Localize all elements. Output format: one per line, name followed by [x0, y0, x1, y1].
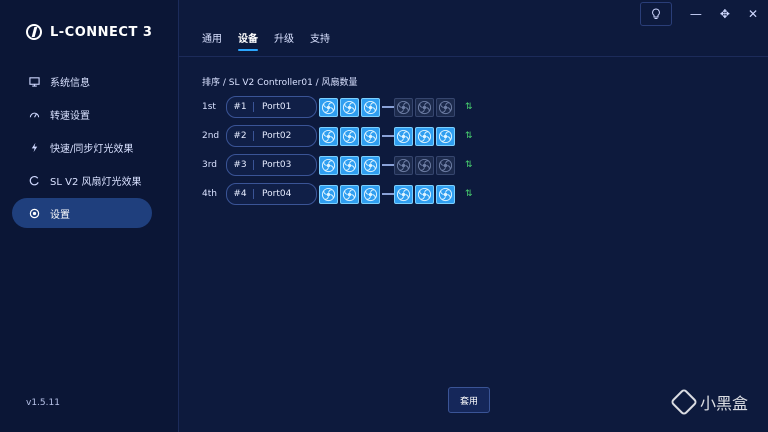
fan-icon[interactable]: [415, 126, 434, 146]
port-number: #2: [227, 131, 254, 141]
minimize-icon[interactable]: —: [690, 7, 702, 21]
swap-order-icon[interactable]: ⇅: [465, 131, 473, 141]
fan-connector: [382, 106, 394, 108]
fan-group: [394, 97, 455, 117]
fan-icon[interactable]: [361, 184, 380, 204]
maximize-icon[interactable]: ✥: [720, 7, 730, 21]
watermark-text: 小黑盒: [699, 394, 748, 413]
fan-icon[interactable]: [340, 184, 359, 204]
lightbulb-button[interactable]: [639, 2, 672, 26]
port-row: 2nd #2 Port02 ⇅: [202, 125, 473, 147]
port-number: #3: [227, 160, 254, 170]
brand-title: L-CONNECT 3: [50, 24, 153, 40]
fan-connector: [382, 193, 394, 195]
ring-icon: [28, 174, 40, 186]
port-name: Port03: [262, 160, 292, 170]
sidebar-item-quick-sync-light[interactable]: 快速/同步灯光效果: [12, 132, 152, 162]
tab-support[interactable]: 支持: [310, 30, 330, 51]
gauge-icon: [28, 108, 40, 120]
fan-group: [319, 126, 380, 146]
port-number: #1: [227, 102, 254, 112]
fan-icon[interactable]: [415, 97, 434, 117]
port-row: 3rd #3 Port03 ⇅: [202, 154, 473, 176]
brand: L-CONNECT 3: [26, 24, 152, 40]
lightbulb-icon: [651, 8, 660, 19]
tab-upgrade[interactable]: 升级: [274, 30, 294, 51]
fan-group: [394, 184, 455, 204]
breadcrumb: 排序 / SL V2 Controller01 / 风扇数量: [202, 78, 358, 88]
fan-icon[interactable]: [361, 97, 380, 117]
fan-group: [319, 184, 380, 204]
sidebar-item-speed-settings[interactable]: 转速设置: [12, 99, 152, 129]
fan-connector: [382, 135, 394, 137]
swap-order-icon[interactable]: ⇅: [465, 102, 473, 112]
fan-icon[interactable]: [319, 97, 338, 117]
apply-button[interactable]: 套用: [448, 387, 490, 413]
fan-icon[interactable]: [394, 126, 413, 146]
fan-icon[interactable]: [436, 155, 455, 175]
tab-general[interactable]: 通用: [202, 30, 222, 51]
fan-icon[interactable]: [340, 155, 359, 175]
fan-icon[interactable]: [436, 184, 455, 204]
fan-group: [319, 155, 380, 175]
fan-icon[interactable]: [394, 155, 413, 175]
tab-bar: 通用 设备 升级 支持: [202, 30, 330, 51]
fan-icon[interactable]: [319, 155, 338, 175]
version-label: v1.5.11: [26, 398, 60, 408]
fan-icon[interactable]: [394, 184, 413, 204]
port-row: 4th #4 Port04 ⇅: [202, 183, 473, 205]
fan-group: [319, 97, 380, 117]
fan-group: [394, 155, 455, 175]
port-order: 2nd: [202, 131, 220, 141]
lightning-icon: [28, 141, 40, 153]
sidebar-nav: 系统信息 转速设置 快速/同步灯光效果 SL V2 风扇灯光效果 设置: [12, 66, 152, 231]
fan-icon[interactable]: [415, 184, 434, 204]
port-pill[interactable]: #2 Port02: [226, 125, 317, 147]
main-content: 排序 / SL V2 Controller01 / 风扇数量 1st #1 Port…: [178, 56, 768, 432]
fan-icon[interactable]: [436, 126, 455, 146]
fan-icon[interactable]: [340, 126, 359, 146]
gear-icon: [28, 207, 40, 219]
watermark: 小黑盒: [669, 387, 748, 417]
fan-connector: [382, 164, 394, 166]
xiaoheihe-logo-icon: [669, 387, 699, 417]
fan-icon[interactable]: [394, 97, 413, 117]
port-order: 3rd: [202, 160, 217, 170]
topbar: 通用 设备 升级 支持 — ✥ ✕: [178, 0, 768, 56]
swap-order-icon[interactable]: ⇅: [465, 189, 473, 199]
fan-icon[interactable]: [361, 155, 380, 175]
sidebar: L-CONNECT 3 系统信息 转速设置 快速/同步灯光效果 SL V2 风扇…: [0, 0, 179, 432]
port-order: 1st: [202, 102, 216, 112]
port-pill[interactable]: #3 Port03: [226, 154, 317, 176]
sidebar-item-label: 系统信息: [50, 77, 90, 89]
port-order: 4th: [202, 189, 217, 199]
fan-group: [394, 126, 455, 146]
monitor-icon: [28, 75, 40, 87]
sidebar-item-settings[interactable]: 设置: [12, 198, 152, 228]
sidebar-item-slv2-fan-light[interactable]: SL V2 风扇灯光效果: [12, 165, 152, 195]
port-name: Port01: [262, 102, 292, 112]
port-name: Port04: [262, 189, 292, 199]
window-controls: — ✥ ✕: [639, 2, 758, 26]
fan-icon[interactable]: [361, 126, 380, 146]
close-icon[interactable]: ✕: [748, 7, 758, 21]
swap-order-icon[interactable]: ⇅: [465, 160, 473, 170]
fan-icon[interactable]: [340, 97, 359, 117]
port-name: Port02: [262, 131, 292, 141]
sidebar-item-label: SL V2 风扇灯光效果: [50, 176, 142, 188]
fan-icon[interactable]: [415, 155, 434, 175]
port-pill[interactable]: #1 Port01: [226, 96, 317, 118]
sidebar-item-system-info[interactable]: 系统信息: [12, 66, 152, 96]
sidebar-item-label: 设置: [50, 209, 70, 221]
fan-icon[interactable]: [319, 184, 338, 204]
fan-icon[interactable]: [319, 126, 338, 146]
tab-device[interactable]: 设备: [238, 30, 258, 51]
port-pill[interactable]: #4 Port04: [226, 183, 317, 205]
port-number: #4: [227, 189, 254, 199]
sidebar-item-label: 转速设置: [50, 110, 90, 122]
sidebar-item-label: 快速/同步灯光效果: [50, 143, 134, 155]
lianli-logo-icon: [26, 24, 42, 40]
fan-icon[interactable]: [436, 97, 455, 117]
port-row: 1st #1 Port01 ⇅: [202, 96, 473, 118]
